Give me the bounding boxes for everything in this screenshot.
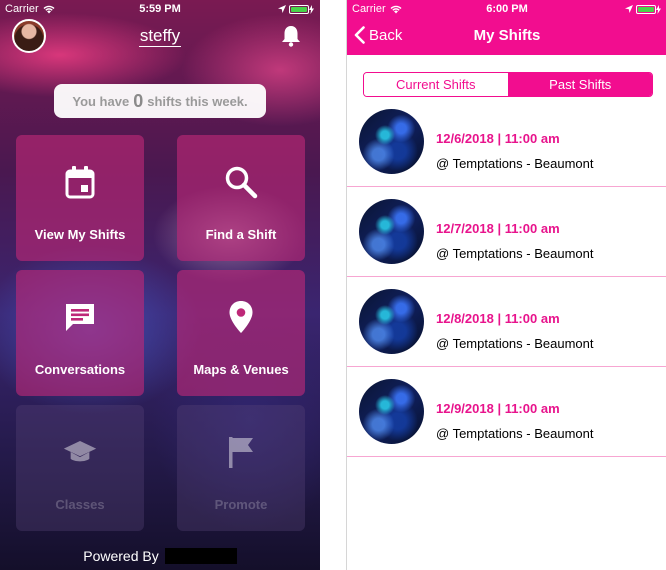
weekly-shift-summary: You have 0 shifts this week. (54, 84, 266, 118)
location-arrow-icon (625, 5, 633, 13)
map-pin-icon (224, 300, 258, 334)
shift-row[interactable]: 12/9/2018 | 11:00 am @ Temptations - Bea… (347, 367, 666, 457)
powered-by-label: Powered By (83, 548, 159, 564)
venue-thumbnail (359, 379, 424, 444)
home-screen: Carrier 5:59 PM steffy You have 0 shifts… (0, 0, 320, 570)
chat-icon (63, 300, 97, 334)
shift-row[interactable]: 12/8/2018 | 11:00 am @ Temptations - Bea… (347, 277, 666, 367)
summary-prefix: You have (72, 93, 130, 109)
shifts-segmented-control: Current Shifts Past Shifts (363, 72, 653, 97)
shift-row[interactable]: 12/6/2018 | 11:00 am @ Temptations - Bea… (347, 97, 666, 187)
flag-icon (224, 435, 258, 469)
username-label: steffy (138, 26, 182, 47)
battery-icon (289, 4, 309, 14)
tile-label: Conversations (34, 362, 126, 377)
tile-conversations[interactable]: Conversations (16, 270, 144, 396)
venue-thumbnail (359, 289, 424, 354)
shift-row[interactable]: 12/7/2018 | 11:00 am @ Temptations - Bea… (347, 187, 666, 277)
tile-view-my-shifts[interactable]: View My Shifts (16, 135, 144, 261)
tile-label: Find a Shift (205, 227, 277, 242)
status-bar-right (625, 0, 661, 18)
location-arrow-icon (278, 5, 286, 13)
status-bar-time: 5:59 PM (139, 3, 181, 15)
venue-thumbnail (359, 199, 424, 264)
status-bar-time: 6:00 PM (486, 3, 528, 15)
charging-bolt-icon (309, 4, 314, 14)
username-link[interactable]: steffy (0, 26, 320, 47)
battery-icon (636, 4, 656, 14)
segment-past-shifts[interactable]: Past Shifts (508, 73, 652, 96)
summary-suffix: shifts this week. (147, 93, 248, 109)
tile-classes: Classes (16, 405, 144, 531)
segment-current-shifts[interactable]: Current Shifts (364, 73, 509, 96)
nav-bar: Carrier 6:00 PM Back My Shifts (347, 0, 666, 55)
tile-label: Classes (55, 497, 105, 512)
shift-datetime: 12/9/2018 | 11:00 am (436, 401, 560, 416)
shift-venue: @ Temptations - Beaumont (436, 156, 594, 171)
summary-count: 0 (133, 90, 144, 111)
shift-venue: @ Temptations - Beaumont (436, 426, 594, 441)
my-shifts-screen: Carrier 6:00 PM Back My Shifts Current S… (346, 0, 666, 570)
tile-find-a-shift[interactable]: Find a Shift (177, 135, 305, 261)
bell-icon[interactable] (280, 24, 302, 48)
shift-list: 12/6/2018 | 11:00 am @ Temptations - Bea… (347, 97, 666, 457)
tile-label: View My Shifts (34, 227, 126, 242)
redacted-logo (164, 548, 237, 564)
tile-label: Promote (214, 497, 268, 512)
tile-label: Maps & Venues (193, 362, 289, 377)
search-icon (224, 165, 258, 199)
page-title: My Shifts (473, 27, 541, 44)
charging-bolt-icon (656, 4, 661, 14)
venue-thumbnail (359, 109, 424, 174)
graduation-cap-icon (63, 435, 97, 469)
calendar-icon (63, 165, 97, 199)
shift-datetime: 12/6/2018 | 11:00 am (436, 131, 560, 146)
status-bar-right (278, 0, 314, 18)
shift-datetime: 12/7/2018 | 11:00 am (436, 221, 560, 236)
shift-venue: @ Temptations - Beaumont (436, 336, 594, 351)
tile-maps-venues[interactable]: Maps & Venues (177, 270, 305, 396)
tile-promote: Promote (177, 405, 305, 531)
shift-datetime: 12/8/2018 | 11:00 am (436, 311, 560, 326)
powered-by-footer: Powered By (0, 548, 320, 564)
shift-venue: @ Temptations - Beaumont (436, 246, 594, 261)
